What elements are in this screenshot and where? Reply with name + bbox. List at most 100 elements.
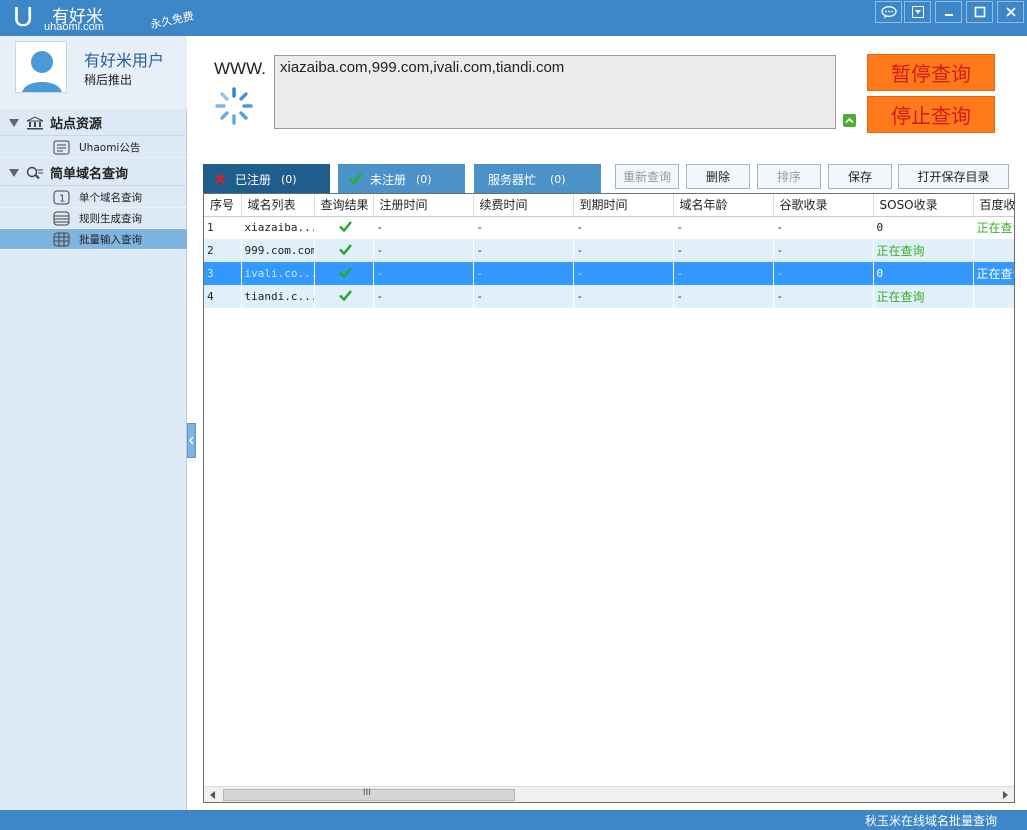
sidebar-item-label: 批量输入查询 <box>79 233 142 246</box>
cell-no: 4 <box>204 285 242 308</box>
results-table[interactable]: 序号 域名列表 查询结果 注册时间 续费时间 到期时间 域名年龄 谷歌收录 SO… <box>203 193 1015 803</box>
chevron-left-icon <box>189 436 194 445</box>
cell-expire-time: - <box>573 216 674 239</box>
stop-query-button[interactable]: 停止查询 <box>867 96 995 133</box>
sidebar-group-label: 简单域名查询 <box>50 167 129 182</box>
sidebar-item-single-query[interactable]: 1 单个域名查询 <box>0 187 187 208</box>
free-tag: 永久免费 <box>149 9 195 32</box>
collapse-triangle-icon <box>9 118 19 127</box>
column-header[interactable]: 到期时间 <box>573 194 674 217</box>
horizontal-scrollbar[interactable]: III <box>204 786 1014 802</box>
cell-google: - <box>773 216 874 239</box>
table-row[interactable]: 1 xiazaiba... - - - - - 0 正在查询 <box>204 216 1014 239</box>
pause-query-button[interactable]: 暂停查询 <box>867 54 995 91</box>
sidebar-item-label: 单个域名查询 <box>79 191 142 204</box>
sidebar-collapse-handle[interactable] <box>187 423 196 458</box>
sidebar-group-simple-query[interactable]: 简单域名查询 <box>0 160 187 186</box>
x-icon <box>215 174 225 184</box>
title-bar: U 有好米 uhaomi.com 永久免费 <box>0 0 1027 36</box>
cell-result <box>314 262 374 285</box>
cell-soso: 0 <box>873 262 974 285</box>
check-icon <box>338 220 352 233</box>
single-icon: 1 <box>53 190 70 204</box>
minimize-icon[interactable] <box>935 1 962 23</box>
cell-soso: 正在查询 <box>873 285 974 308</box>
logo-letter: U <box>13 1 34 32</box>
column-header[interactable]: 域名年龄 <box>673 194 774 217</box>
cell-reg-time: - <box>373 285 474 308</box>
cell-renew-time: - <box>473 262 574 285</box>
scrollbar-grip: III <box>363 788 371 798</box>
sidebar-item-notice[interactable]: Uhaomi公告 <box>0 137 187 158</box>
cell-result <box>314 285 374 308</box>
column-header[interactable]: SOSO收录 <box>873 194 974 217</box>
maximize-icon[interactable] <box>966 1 993 23</box>
requery-button[interactable]: 重新查询 <box>615 164 679 189</box>
check-icon <box>338 243 352 255</box>
scrollbar-thumb[interactable]: III <box>223 788 515 801</box>
sidebar-item-rule-query[interactable]: 规则生成查询 <box>0 208 187 229</box>
cell-domain-age: - <box>673 262 774 285</box>
open-save-dir-button[interactable]: 打开保存目录 <box>898 164 1009 189</box>
column-header[interactable]: 序号 <box>204 194 242 217</box>
column-header[interactable]: 百度收 <box>973 194 1014 217</box>
cell-domain: tiandi.c... <box>241 285 315 308</box>
column-header[interactable]: 谷歌收录 <box>773 194 874 217</box>
table-row[interactable]: 2 999.com.com - - - - - 正在查询 <box>204 239 1014 262</box>
table-row[interactable]: 4 tiandi.c... - - - - - 正在查询 <box>204 285 1014 308</box>
cell-expire-time: - <box>573 262 674 285</box>
cell-google: - <box>773 239 874 262</box>
expand-up-icon[interactable] <box>843 114 856 127</box>
cell-baidu: 正在查询 <box>973 262 1014 285</box>
table-header-row: 序号 域名列表 查询结果 注册时间 续费时间 到期时间 域名年龄 谷歌收录 SO… <box>204 194 1014 217</box>
column-header[interactable]: 域名列表 <box>241 194 315 217</box>
user-name: 有好米用户 <box>84 51 165 70</box>
chat-icon[interactable] <box>875 1 902 23</box>
tab-count: (0) <box>281 172 297 186</box>
bank-icon <box>26 115 44 129</box>
sidebar-item-batch-query[interactable]: 批量输入查询 <box>0 229 187 250</box>
cell-baidu: 正在查询 <box>973 216 1014 239</box>
status-bar: 秋玉米在线域名批量查询 <box>0 810 1027 830</box>
scroll-left-icon[interactable] <box>210 791 215 799</box>
save-button[interactable]: 保存 <box>828 164 892 189</box>
column-header[interactable]: 注册时间 <box>373 194 474 217</box>
tab-label: 服务器忙 <box>488 172 537 187</box>
table-row-selected[interactable]: 3 ivali.co... - - - - - 0 正在查询 <box>204 262 1014 285</box>
sidebar-group-site-resources[interactable]: 站点资源 <box>0 110 187 136</box>
loading-spinner-icon <box>215 87 253 125</box>
sort-button[interactable]: 排序 <box>757 164 821 189</box>
column-header[interactable]: 续费时间 <box>473 194 574 217</box>
domain-input[interactable]: xiazaiba.com,999.com,ivali.com,tiandi.co… <box>274 55 836 129</box>
cell-google: - <box>773 285 874 308</box>
scroll-right-icon[interactable] <box>1003 791 1008 799</box>
cell-domain-age: - <box>673 239 774 262</box>
cell-soso: 0 <box>873 216 974 239</box>
cell-no: 1 <box>204 216 242 239</box>
cell-expire-time: - <box>573 285 674 308</box>
cell-reg-time: - <box>373 262 474 285</box>
cell-expire-time: - <box>573 239 674 262</box>
check-icon <box>349 173 362 185</box>
avatar[interactable] <box>15 41 67 93</box>
tab-registered[interactable]: 已注册 (0) <box>203 164 330 194</box>
column-header[interactable]: 查询结果 <box>314 194 374 217</box>
cell-no: 2 <box>204 239 242 262</box>
www-prefix: WWW. <box>214 59 266 78</box>
close-icon[interactable] <box>997 1 1024 23</box>
cell-domain: xiazaiba... <box>241 216 315 239</box>
cell-renew-time: - <box>473 216 574 239</box>
cell-domain-age: - <box>673 216 774 239</box>
status-text: 秋玉米在线域名批量查询 <box>864 814 997 828</box>
collapse-triangle-icon <box>9 168 19 177</box>
cell-result <box>314 216 374 239</box>
menu-icon[interactable] <box>904 1 931 23</box>
user-subtitle: 稍后推出 <box>84 73 133 87</box>
sidebar-group-label: 站点资源 <box>50 117 103 132</box>
tab-count: (0) <box>550 172 566 186</box>
tab-unregistered[interactable]: 未注册 (0) <box>338 164 465 194</box>
cell-domain: ivali.co... <box>241 262 315 285</box>
sidebar: 有好米用户 稍后推出 站点资源 Uhaomi公告 简单域名查询 1 单个域名查询… <box>0 36 187 810</box>
delete-button[interactable]: 删除 <box>686 164 750 189</box>
tab-server-busy[interactable]: 服务器忙 (0) <box>474 164 601 194</box>
